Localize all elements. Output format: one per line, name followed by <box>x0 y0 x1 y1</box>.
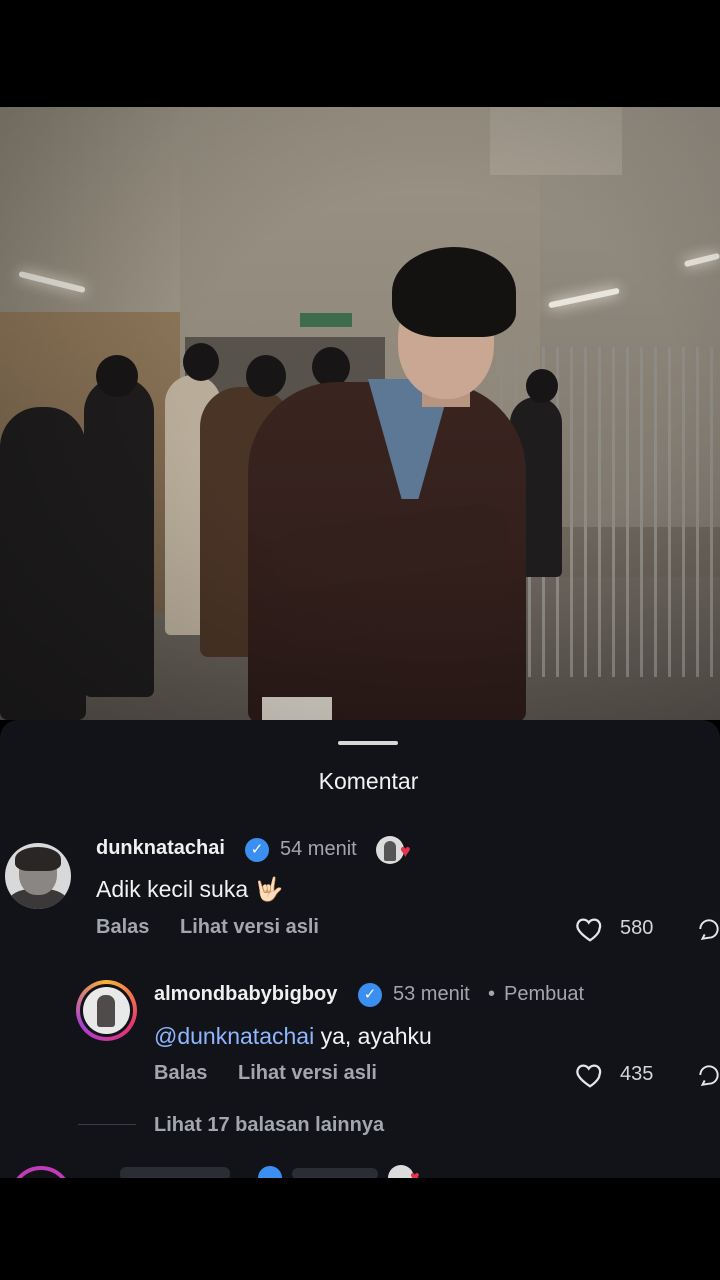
photo-shade <box>0 107 720 720</box>
comment-text-body: Adik kecil suka <box>96 876 249 902</box>
replies-divider <box>78 1124 136 1125</box>
sheet-title: Komentar <box>318 768 419 794</box>
comment-text-body: ya, ayahku <box>314 1023 432 1049</box>
comment-time: 53 menit <box>393 983 470 1005</box>
reply-button[interactable]: Balas <box>96 916 149 939</box>
sheet-drag-handle[interactable] <box>338 741 398 745</box>
comment-text: @dunknatachai ya, ayahku <box>154 1023 432 1050</box>
reply-button[interactable]: Balas <box>154 1062 207 1085</box>
author-liked-heart-icon: ♥ <box>376 836 420 864</box>
comment-username[interactable]: dunknatachai <box>96 837 225 860</box>
comments-sheet: Komentar dunknatachai ✓ 54 menit ♥ Adik … <box>0 720 720 1178</box>
avatar-hair <box>15 847 61 871</box>
avatar-with-story-ring[interactable] <box>76 980 137 1041</box>
heart-icon: ♥ <box>400 841 411 861</box>
see-original-button[interactable]: Lihat versi asli <box>180 916 319 939</box>
see-original-button[interactable]: Lihat versi asli <box>238 1062 377 1085</box>
comment-time-placeholder <box>292 1168 378 1178</box>
heart-outline-icon[interactable] <box>575 914 605 944</box>
heart-icon: ♥ <box>410 1169 420 1179</box>
mention-link[interactable]: @dunknatachai <box>154 1023 314 1049</box>
like-count: 435 <box>620 1063 654 1085</box>
share-reply-icon[interactable] <box>696 914 720 944</box>
post-photo[interactable] <box>0 107 720 720</box>
hand-sign-emoji: 🤟🏻 <box>254 876 284 902</box>
avatar-picture <box>83 987 130 1034</box>
avatar[interactable] <box>5 843 71 909</box>
comment-time: 54 menit <box>280 838 357 860</box>
comment-username-placeholder <box>120 1167 230 1178</box>
comment-text: Adik kecil suka 🤟🏻 <box>96 876 283 903</box>
share-reply-icon[interactable] <box>696 1060 720 1090</box>
verified-badge-icon: ✓ <box>358 983 382 1007</box>
creator-label: Pembuat <box>504 983 585 1005</box>
phone-screen: Komentar dunknatachai ✓ 54 menit ♥ Adik … <box>0 0 720 1280</box>
verified-badge-icon: ✓ <box>245 838 269 862</box>
comment-username[interactable]: almondbabybigboy <box>154 983 337 1006</box>
view-more-replies-button[interactable]: Lihat 17 balasan lainnya <box>154 1114 384 1137</box>
avatar-with-story-ring[interactable] <box>10 1166 72 1178</box>
like-count: 580 <box>620 917 654 939</box>
verified-badge-icon <box>258 1166 282 1178</box>
heart-outline-icon[interactable] <box>575 1060 605 1090</box>
meta-separator: • <box>488 983 496 1005</box>
